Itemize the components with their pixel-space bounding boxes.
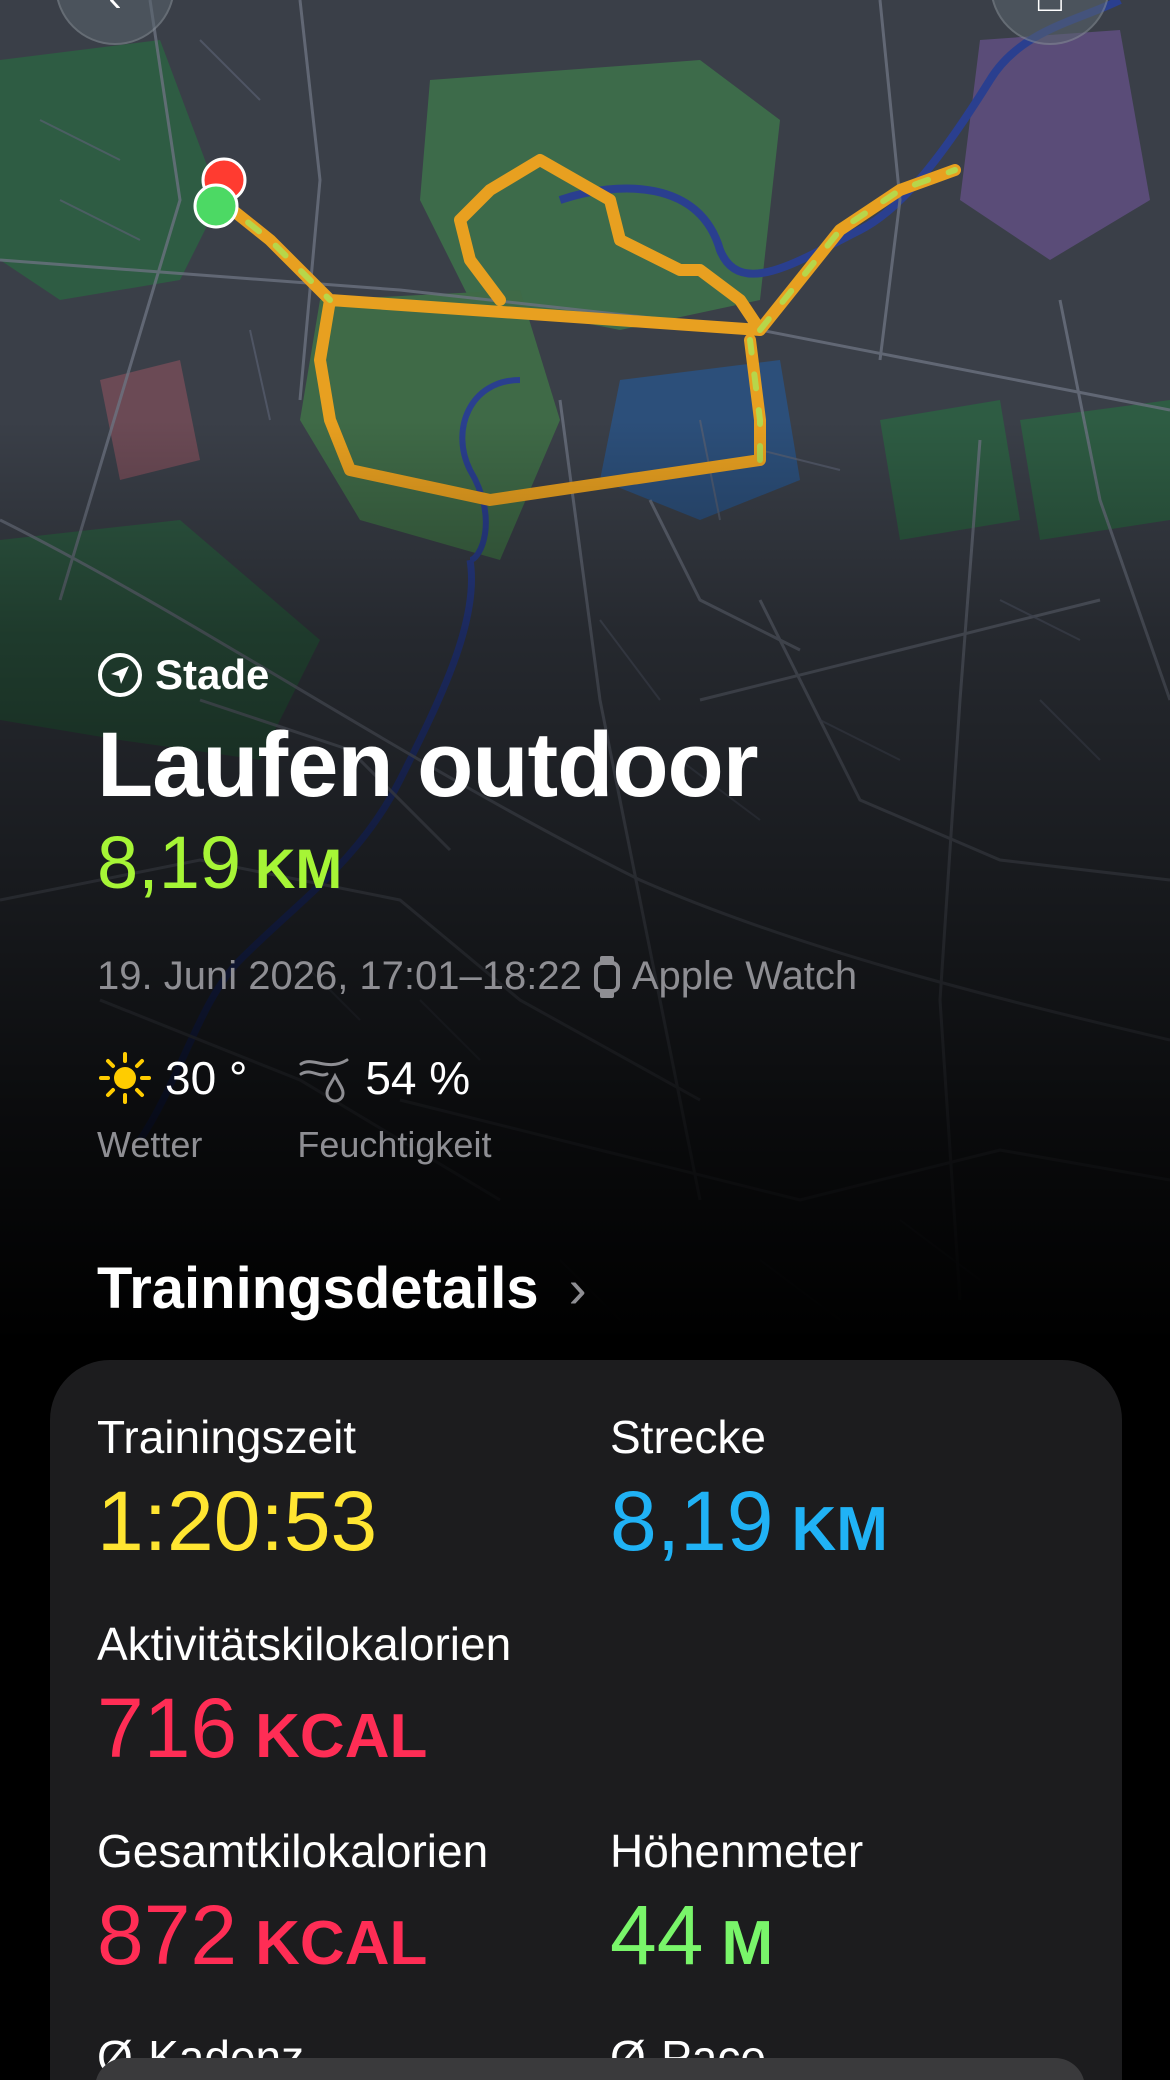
chevron-right-icon: › [568,1258,587,1319]
metric-value: 716 [97,1681,238,1775]
workout-device: Apple Watch [631,954,858,998]
workout-header: Stade Laufen outdoor 8,19 KM 19. Juni 202… [97,645,1097,999]
metric-label: Strecke [610,1411,766,1463]
humidity-icon [299,1058,349,1103]
weather-humidity: 54 % Feuchtigkeit [297,1050,491,1166]
metric-unit: KCAL [255,1702,428,1771]
metric-label: Aktivitätskilokalorien [97,1618,512,1670]
metric-unit: KM [791,1495,888,1564]
training-details-card[interactable]: Trainingszeit 1:20:53 Strecke 8,19 KM Akt… [50,1360,1122,2080]
watch-icon [593,955,620,998]
training-details-header[interactable]: Trainingsdetails › [97,1255,587,1322]
humidity-value: 54 % [365,1052,471,1104]
metric-value: 44 [610,1888,704,1982]
workout-distance: 8,19 KM [97,823,1097,924]
distance-unit: KM [255,837,343,900]
metric-training-time: Trainingszeit 1:20:53 [97,1410,377,1591]
temperature-label: Wetter [97,1124,203,1165]
bottom-sheet-handle[interactable] [95,2058,1085,2080]
share-icon: □ [992,0,1108,21]
distance-value: 8,19 [97,821,242,904]
workout-meta: 19. Juni 2026, 17:01–18:22 Apple Watch [97,954,1097,999]
location-arrow-icon [98,653,142,697]
metric-total-kcal: Gesamtkilokalorien 872 KCAL [97,1824,488,2005]
metric-label: Gesamtkilokalorien [97,1825,489,1877]
metric-unit: M [721,1909,774,1978]
weather-temperature: 30 ° Wetter [97,1050,247,1166]
workout-datetime: 19. Juni 2026, 17:01–18:22 [97,954,582,998]
metric-label: Höhenmeter [610,1825,864,1877]
location-label: Stade [155,651,270,698]
metric-unit: KCAL [255,1909,428,1978]
metric-elevation: Höhenmeter 44 M [610,1824,863,2005]
metric-distance: Strecke 8,19 KM [610,1410,888,1591]
sun-icon [99,1052,151,1104]
metric-value: 1:20:53 [97,1474,378,1568]
metric-label: Trainingszeit [97,1411,357,1463]
section-title: Trainingsdetails [97,1256,539,1321]
chevron-left-icon: ‹ [57,0,173,21]
workout-title: Laufen outdoor [97,714,759,816]
metric-active-kcal: Aktivitätskilokalorien 716 KCAL [97,1617,511,1798]
temperature-value: 30 ° [165,1052,248,1104]
metric-value: 8,19 [610,1474,774,1568]
weather-row: 30 ° Wetter 54 % Feuchtigkeit [97,1050,491,1166]
metric-value: 872 [97,1888,238,1982]
location-row: Stade [97,645,1097,705]
humidity-label: Feuchtigkeit [297,1124,492,1165]
